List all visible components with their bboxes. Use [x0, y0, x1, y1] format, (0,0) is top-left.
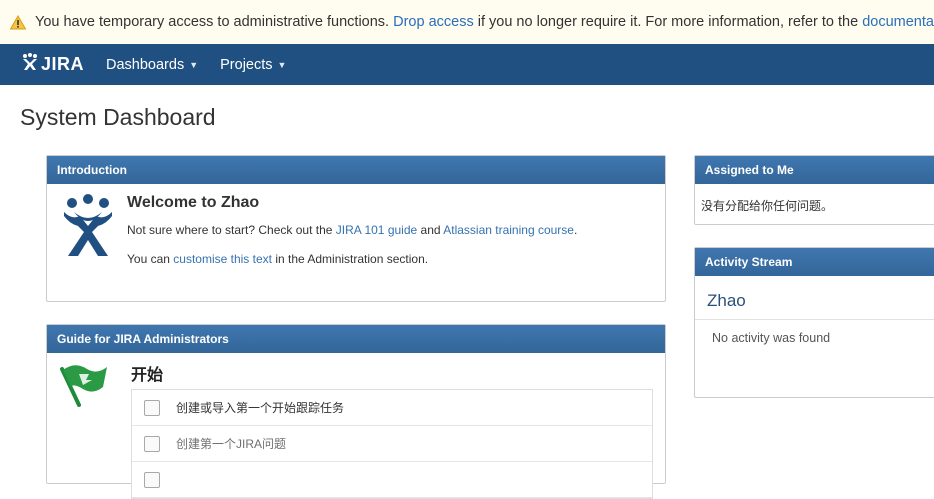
- introduction-gadget: Introduction Welcome to Zhao Not sure wh…: [46, 155, 666, 302]
- banner-text: You have temporary access to administrat…: [35, 14, 390, 30]
- admin-guide-gadget: Guide for JIRA Administrators 开始 创建或导入第一…: [46, 324, 666, 499]
- intro-paragraph-1: Not sure where to start? Check out the J…: [127, 223, 577, 237]
- intro-text: .: [573, 223, 578, 237]
- divider: [695, 319, 934, 320]
- admin-access-banner: You have temporary access to administrat…: [0, 0, 934, 45]
- activity-stream-gadget: Activity Stream Zhao No activity was fou…: [694, 247, 934, 398]
- green-flag-icon: [59, 361, 109, 412]
- jira-logo[interactable]: JIRA: [21, 53, 84, 76]
- documentation-link[interactable]: documentation: [862, 14, 934, 30]
- task-checkbox[interactable]: [144, 399, 160, 416]
- jira-101-guide-link[interactable]: JIRA 101 guide: [336, 223, 417, 237]
- task-label: 创建第一个JIRA问题: [176, 437, 287, 451]
- intro-text: Not sure where to start? Check out the: [127, 223, 333, 237]
- gadget-header[interactable]: Guide for JIRA Administrators: [47, 325, 665, 353]
- nav-projects[interactable]: Projects ▼: [220, 57, 286, 73]
- logo-text: JIRA: [41, 54, 85, 74]
- warning-icon: [9, 14, 27, 30]
- chevron-down-icon: ▼: [189, 59, 199, 70]
- nav-dashboards-label: Dashboards: [106, 56, 185, 73]
- intro-paragraph-2: You can customise this text in the Admin…: [127, 252, 428, 266]
- drop-access-link[interactable]: Drop access: [393, 14, 474, 30]
- task-item[interactable]: 创建或导入第一个开始跟踪任务: [132, 390, 652, 426]
- page-title: System Dashboard: [20, 104, 216, 130]
- nav-projects-label: Projects: [220, 56, 273, 73]
- banner-text-middle: if you no longer require it. For more in…: [477, 14, 859, 30]
- intro-text: and: [420, 223, 441, 237]
- task-checkbox[interactable]: [144, 471, 160, 488]
- task-label: 创建或导入第一个开始跟踪任务: [176, 401, 345, 415]
- customise-text-link[interactable]: customise this text: [173, 252, 272, 266]
- task-list: 创建或导入第一个开始跟踪任务 创建第一个JIRA问题: [131, 389, 653, 499]
- task-checkbox[interactable]: [144, 435, 160, 452]
- top-nav-bar: JIRA Dashboards ▼ Projects ▼: [0, 44, 934, 85]
- intro-text: You can: [127, 252, 170, 266]
- jira-people-icon: [62, 194, 114, 263]
- no-activity-message: No activity was found: [712, 331, 831, 345]
- no-issues-message: 没有分配给你任何问题。: [701, 199, 834, 213]
- atlassian-training-link[interactable]: Atlassian training course: [443, 223, 574, 237]
- gadget-header[interactable]: Activity Stream: [695, 248, 934, 276]
- gadget-header[interactable]: Assigned to Me: [695, 156, 934, 184]
- task-item[interactable]: [132, 462, 652, 498]
- welcome-heading: Welcome to Zhao: [127, 194, 260, 211]
- jira-logo-icon: [21, 53, 39, 76]
- intro-text: in the Administration section.: [275, 252, 429, 266]
- nav-dashboards[interactable]: Dashboards ▼: [106, 57, 198, 73]
- assigned-to-me-gadget: Assigned to Me 没有分配给你任何问题。: [694, 155, 934, 225]
- activity-user-name[interactable]: Zhao: [707, 291, 746, 311]
- task-item[interactable]: 创建第一个JIRA问题: [132, 426, 652, 462]
- guide-title: 开始: [131, 367, 164, 384]
- chevron-down-icon: ▼: [277, 59, 287, 70]
- gadget-header[interactable]: Introduction: [47, 156, 665, 184]
